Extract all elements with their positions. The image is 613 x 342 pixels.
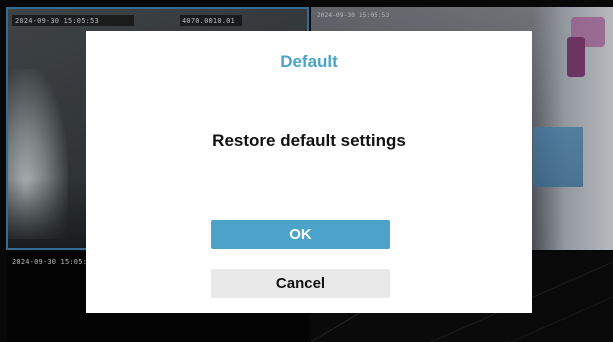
- cancel-button[interactable]: Cancel: [211, 269, 390, 298]
- restore-default-dialog: Default Restore default settings OK Canc…: [86, 31, 532, 313]
- camera-grid-screen: 2024-09-30 15:05:53 4070.0010.01 2024-09…: [0, 0, 613, 342]
- ok-button[interactable]: OK: [211, 220, 390, 249]
- dialog-title: Default: [280, 52, 338, 71]
- dialog-message: Restore default settings: [212, 131, 406, 150]
